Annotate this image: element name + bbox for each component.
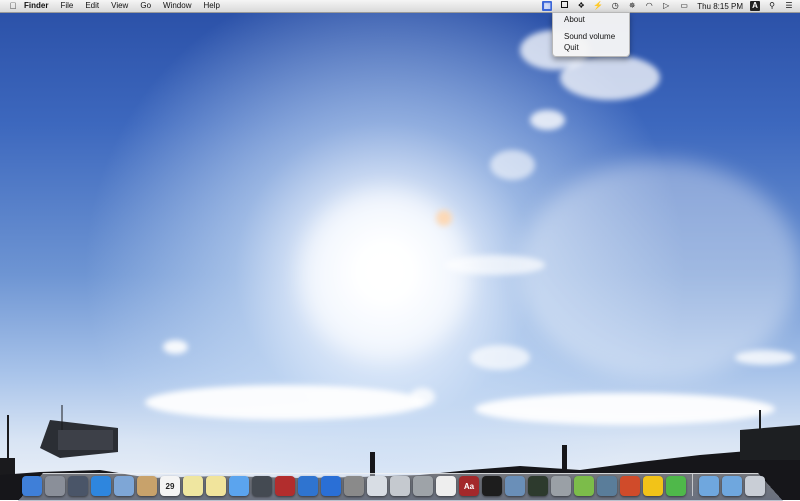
menu-edit[interactable]: Edit bbox=[79, 0, 105, 12]
reminders-icon[interactable] bbox=[206, 476, 226, 496]
photo-browser-icon[interactable] bbox=[597, 476, 617, 496]
bluetooth-icon[interactable]: ✵ bbox=[627, 1, 637, 11]
menu-window[interactable]: Window bbox=[157, 0, 197, 12]
time-machine-icon[interactable]: ◷ bbox=[610, 1, 620, 11]
finder-icon[interactable] bbox=[22, 476, 42, 496]
dictionary-icon[interactable]: Aa bbox=[459, 476, 479, 496]
preview-icon[interactable] bbox=[367, 476, 387, 496]
volume-menu-icon[interactable]: ▦ bbox=[542, 1, 553, 11]
trash-icon[interactable] bbox=[745, 476, 765, 496]
stickies-icon[interactable] bbox=[620, 476, 640, 496]
app-store-icon[interactable] bbox=[321, 476, 341, 496]
downloads-folder-icon[interactable] bbox=[722, 476, 742, 496]
menu-file[interactable]: File bbox=[54, 0, 79, 12]
evernote-icon[interactable]: ❖ bbox=[576, 1, 586, 11]
mail-icon[interactable] bbox=[114, 476, 134, 496]
calendar-icon[interactable]: 29 bbox=[160, 476, 180, 496]
menu-bar:  Finder File Edit View Go Window Help ▦… bbox=[0, 0, 800, 13]
dock: 29 Aa bbox=[22, 472, 765, 496]
terminal-icon[interactable] bbox=[482, 476, 502, 496]
apple-icon[interactable]:  bbox=[8, 1, 18, 11]
xcode-icon[interactable] bbox=[505, 476, 525, 496]
bolt-icon[interactable]: ⚡ bbox=[593, 1, 603, 11]
input-source-badge[interactable]: A bbox=[750, 1, 760, 11]
launchpad-icon[interactable] bbox=[45, 476, 65, 496]
safari-icon[interactable] bbox=[91, 476, 111, 496]
disk-utility-icon[interactable] bbox=[551, 476, 571, 496]
wifi-icon[interactable]: ◠ bbox=[644, 1, 654, 11]
facetime-icon[interactable] bbox=[252, 476, 272, 496]
clock[interactable]: Thu 8:15 PM bbox=[697, 2, 743, 11]
search-icon[interactable]: ⚲ bbox=[767, 1, 777, 11]
folder-icon[interactable] bbox=[699, 476, 719, 496]
menu-item-quit[interactable]: Quit bbox=[564, 43, 579, 53]
dock-separator bbox=[692, 474, 693, 496]
calendar-label: 29 bbox=[165, 481, 175, 491]
system-preferences-icon[interactable] bbox=[344, 476, 364, 496]
volume-icon[interactable]: ▷ bbox=[661, 1, 671, 11]
window-icon[interactable] bbox=[559, 1, 569, 11]
activity-icon[interactable] bbox=[390, 476, 410, 496]
list-icon[interactable]: ☰ bbox=[784, 1, 794, 11]
activity-monitor-icon[interactable] bbox=[528, 476, 548, 496]
menu-item-sound-volume[interactable]: Sound volume bbox=[564, 32, 615, 42]
notes-icon[interactable] bbox=[183, 476, 203, 496]
messages-icon[interactable] bbox=[229, 476, 249, 496]
desktop-wallpaper bbox=[0, 0, 800, 500]
dictionary-label: Aa bbox=[463, 481, 475, 491]
calculator-icon[interactable] bbox=[413, 476, 433, 496]
menu-help[interactable]: Help bbox=[197, 0, 225, 12]
status-menu-dropdown: About Sound volume Quit bbox=[552, 12, 630, 57]
app-name-menu[interactable]: Finder bbox=[18, 0, 54, 12]
cyberduck-icon[interactable] bbox=[643, 476, 663, 496]
contacts-icon[interactable] bbox=[137, 476, 157, 496]
script-editor-icon[interactable] bbox=[574, 476, 594, 496]
mission-control-icon[interactable] bbox=[68, 476, 88, 496]
photo-booth-icon[interactable] bbox=[275, 476, 295, 496]
menu-view[interactable]: View bbox=[105, 0, 134, 12]
menu-go[interactable]: Go bbox=[134, 0, 157, 12]
textedit-icon[interactable] bbox=[436, 476, 456, 496]
cube-icon[interactable] bbox=[666, 476, 686, 496]
menu-item-about[interactable]: About bbox=[564, 15, 585, 25]
battery-icon[interactable]: ▭ bbox=[678, 1, 690, 11]
itunes-icon[interactable] bbox=[298, 476, 318, 496]
